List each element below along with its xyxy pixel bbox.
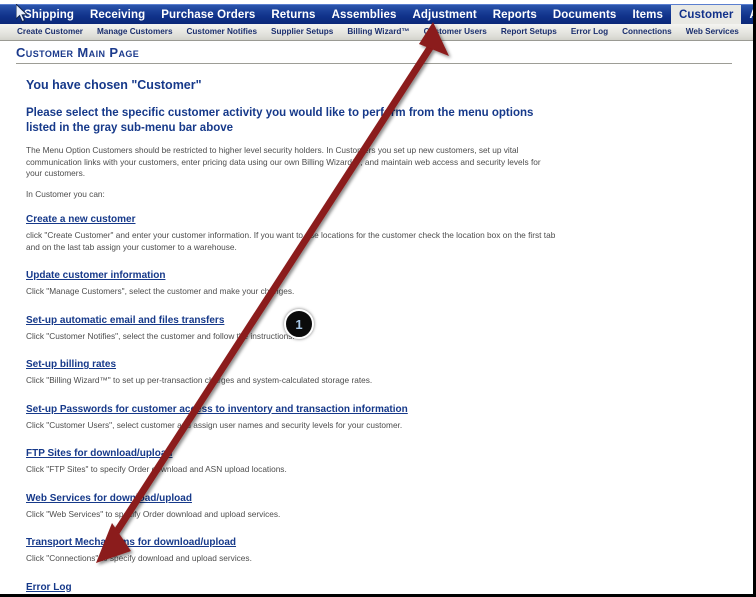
activity-item: Error Log Click "Error Log" to view and … [26,565,726,595]
subnav-item-report-setups[interactable]: Report Setups [494,24,564,40]
intro-paragraph: The Menu Option Customers should be rest… [26,145,541,178]
nav-item-purchase-orders[interactable]: Purchase Orders [153,5,263,24]
link-set-up-automatic-email-and-files-transfers[interactable]: Set-up automatic email and files transfe… [26,315,224,326]
subnav-item-manage-customers[interactable]: Manage Customers [90,24,180,40]
subnav-item-ftp-sites[interactable]: FTP Sites [746,24,754,40]
subnav-item-connections[interactable]: Connections [615,24,679,40]
activity-item: Update customer information Click "Manag… [26,253,726,298]
activity-description: Click "FTP Sites" to specify Order downl… [26,464,287,474]
activity-description: click "Create Customer" and enter your c… [26,230,556,252]
link-ftp-sites-for-download-upload[interactable]: FTP Sites for download/upload [26,448,172,459]
link-error-log[interactable]: Error Log [26,582,72,593]
link-transport-mechanisms-for-download-upload[interactable]: Transport Mechanisms for download/upload [26,537,236,548]
activity-item: FTP Sites for download/upload Click "FTP… [26,431,726,476]
link-set-up-passwords-for-customer-access[interactable]: Set-up Passwords for customer access to … [26,404,408,415]
activity-item: Web Services for download/upload Click "… [26,476,726,521]
content-subheading: Please select the specific customer acti… [26,107,534,134]
nav-item-assemblies[interactable]: Assemblies [324,5,405,24]
nav-item-returns[interactable]: Returns [263,5,323,24]
list-lead-in: In Customer you can: [26,188,105,199]
activity-description: Click "Connections" to specify download … [26,553,252,563]
nav-item-reports[interactable]: Reports [485,5,545,24]
activity-description: Click "Customer Users", select customer … [26,419,403,430]
content-heading: You have chosen "Customer" [26,78,202,92]
activity-item: Create a new customer click "Create Cust… [26,200,726,253]
page-title-container: Customer Main Page [16,45,732,64]
link-create-a-new-customer[interactable]: Create a new customer [26,214,136,225]
subnav-item-customer-users[interactable]: Customer Users [417,24,494,40]
link-update-customer-information[interactable]: Update customer information [26,270,165,281]
subnav-item-web-services[interactable]: Web Services [679,24,746,40]
subnav-item-billing-wizard[interactable]: Billing Wizard™ [340,24,416,40]
page-content: You have chosen "Customer" Please select… [26,70,726,595]
main-navigation-bar: Shipping Receiving Purchase Orders Retur… [0,4,753,24]
link-set-up-billing-rates[interactable]: Set-up billing rates [26,359,116,370]
subnav-item-supplier-setups[interactable]: Supplier Setups [264,24,340,40]
nav-item-items[interactable]: Items [624,5,671,24]
nav-item-customer[interactable]: Customer [670,5,742,24]
page-title: Customer Main Page [16,45,140,60]
sub-navigation-bar: Create Customer Manage Customers Custome… [0,24,754,41]
subnav-item-create-customer[interactable]: Create Customer [10,24,90,40]
link-web-services-for-download-upload[interactable]: Web Services for download/upload [26,493,192,504]
nav-item-admin[interactable]: Admin [741,5,753,24]
activity-list: Create a new customer click "Create Cust… [26,200,726,595]
activity-description: Click "Web Services" to specify Order do… [26,508,281,519]
activity-item: Set-up automatic email and files transfe… [26,298,726,343]
callout-badge-1: 1 [284,309,314,339]
activity-item: Transport Mechanisms for download/upload… [26,520,726,565]
mouse-cursor-icon [16,4,29,23]
nav-item-receiving[interactable]: Receiving [82,5,153,24]
activity-description: Click "Billing Wizard™" to set up per-tr… [26,375,373,385]
nav-item-adjustment[interactable]: Adjustment [405,5,485,24]
subnav-item-customer-notifies[interactable]: Customer Notifies [180,24,265,40]
nav-item-documents[interactable]: Documents [545,5,625,24]
application-window: Shipping Receiving Purchase Orders Retur… [0,0,756,597]
activity-item: Set-up billing rates Click "Billing Wiza… [26,342,726,387]
activity-item: Set-up Passwords for customer access to … [26,387,726,432]
subnav-item-error-log[interactable]: Error Log [564,24,615,40]
activity-description: Click "Manage Customers", select the cus… [26,286,295,296]
